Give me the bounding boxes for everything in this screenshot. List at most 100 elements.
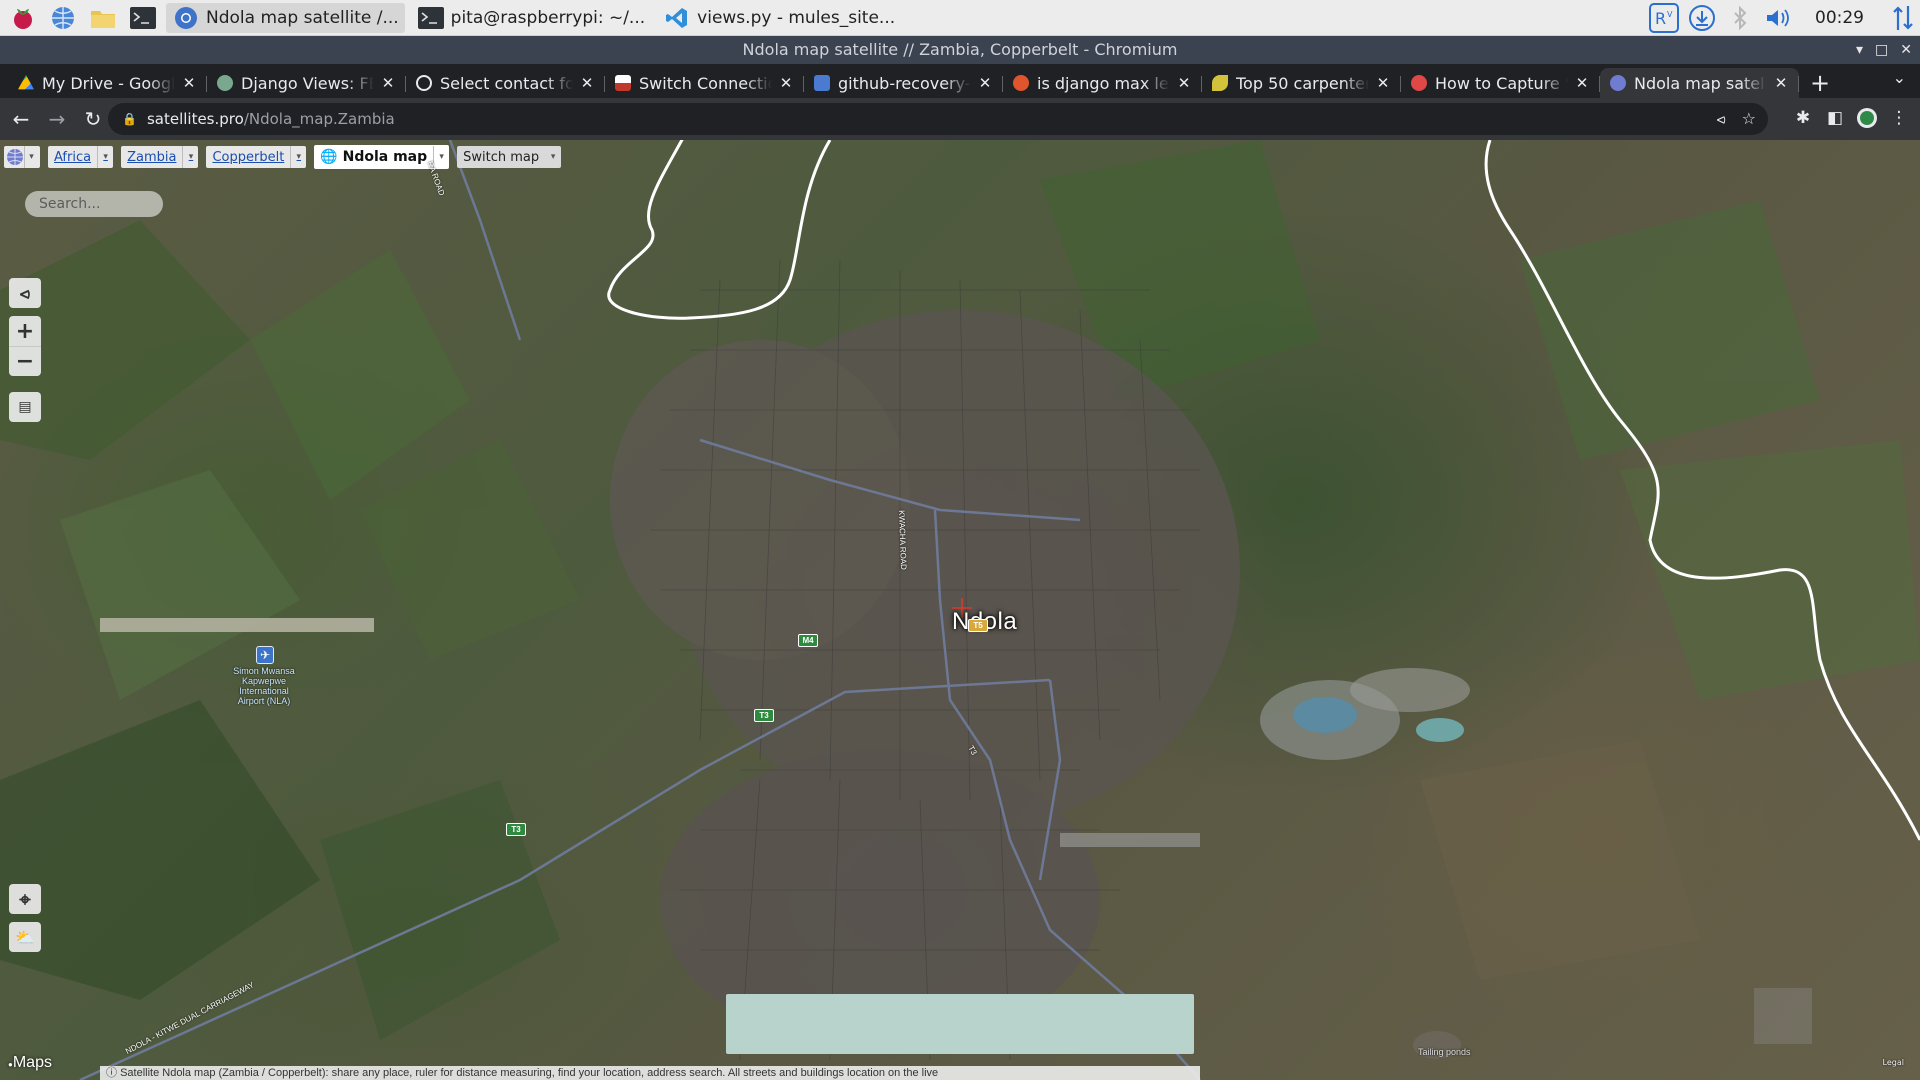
side-panel-icon[interactable]: ◧ xyxy=(1824,104,1846,132)
tab-capture-screenshots[interactable]: How to Capture Screenshots ✕ xyxy=(1401,68,1600,98)
web-browser-icon[interactable] xyxy=(46,3,80,33)
new-tab-button[interactable]: + xyxy=(1805,68,1835,98)
clock[interactable]: 00:29 xyxy=(1815,8,1864,28)
close-tab-icon[interactable]: ✕ xyxy=(579,74,595,92)
switch-map-button[interactable]: Switch map ▾ xyxy=(457,146,562,168)
weather-layer-button[interactable]: ⛅ xyxy=(9,922,41,952)
close-tab-icon[interactable]: ✕ xyxy=(778,74,794,92)
url-host: satellites.pro xyxy=(146,110,244,128)
toolbar-right: ✱ ◧ ⋮ xyxy=(1792,104,1910,132)
my-location-button[interactable]: ⌖ xyxy=(9,884,41,914)
chevron-down-icon[interactable]: ▾ xyxy=(97,146,113,168)
map-search-input[interactable] xyxy=(25,191,163,217)
terminal-launcher-icon[interactable] xyxy=(126,3,160,33)
close-tab-icon[interactable]: ✕ xyxy=(1176,74,1192,92)
breadcrumb-label[interactable]: Africa xyxy=(48,150,97,165)
close-tab-icon[interactable]: ✕ xyxy=(380,74,396,92)
extensions-icon[interactable]: ✱ xyxy=(1792,104,1814,132)
tab-label: My Drive - Google Drive xyxy=(42,73,175,93)
crosshair-icon[interactable]: ⌖ xyxy=(9,884,41,914)
tab-search-icon[interactable]: ⌄ xyxy=(1893,68,1906,87)
url-path: /Ndola_map.Zambia xyxy=(243,110,395,128)
maximize-icon[interactable]: □ xyxy=(1875,36,1888,64)
chevron-down-icon[interactable]: ▾ xyxy=(290,146,306,168)
road-shield-t3: T3 xyxy=(754,709,774,722)
satellite-map[interactable]: ▾ Africa ▾ Zambia ▾ Copperbelt ▾ 🌐 Ndola… xyxy=(0,140,1920,1080)
tab-django-max-length[interactable]: is django max length ✕ xyxy=(1003,68,1202,98)
zoom-out-button[interactable]: − xyxy=(9,346,41,376)
vnc-icon[interactable]: RV xyxy=(1647,2,1681,34)
breadcrumb-label[interactable]: Zambia xyxy=(121,150,182,165)
tab-github-recovery[interactable]: github-recovery-codes ✕ xyxy=(804,68,1003,98)
close-tab-icon[interactable]: ✕ xyxy=(1375,74,1391,92)
kebab-menu-icon[interactable]: ⋮ xyxy=(1888,104,1910,132)
ruler-button[interactable]: ▤ xyxy=(9,392,41,422)
tab-django-views[interactable]: Django Views: FBV vs CBV ✕ xyxy=(207,68,406,98)
address-bar[interactable]: 🔒 satellites.pro/Ndola_map.Zambia ⪦ ☆ xyxy=(108,103,1768,135)
network-transfer-icon[interactable] xyxy=(1886,2,1920,34)
task-chromium[interactable]: Ndola map satellite /... xyxy=(166,2,405,33)
volume-icon[interactable] xyxy=(1761,2,1795,34)
tab-label: Switch Connections xyxy=(639,73,772,93)
chevron-down-icon[interactable]: ▾ xyxy=(545,146,561,168)
bookmark-star-icon[interactable]: ☆ xyxy=(1742,109,1756,129)
page-icon xyxy=(217,75,233,91)
close-tab-icon[interactable]: ✕ xyxy=(977,74,993,92)
tab-switch-connections[interactable]: Switch Connections ✕ xyxy=(605,68,804,98)
road-shield-m4: M4 xyxy=(798,634,818,647)
back-icon[interactable]: ← xyxy=(6,104,36,134)
share-icon[interactable]: ⪦ xyxy=(1717,109,1726,129)
task-label: views.py - mules_site... xyxy=(697,7,896,28)
airport-label: Simon Mwansa Kapwepwe International Airp… xyxy=(233,666,295,706)
window-titlebar: Ndola map satellite // Zambia, Copperbel… xyxy=(0,36,1920,64)
breadcrumb-copperbelt[interactable]: Copperbelt ▾ xyxy=(206,146,307,168)
road-shield-t5: T5 xyxy=(968,619,988,632)
svg-text:R: R xyxy=(1655,9,1666,28)
share-icon[interactable]: ⪦ xyxy=(9,278,41,308)
map-description-text: Satellite Ndola map (Zambia / Copperbelt… xyxy=(120,1067,939,1079)
tab-label: Select contact form xyxy=(440,73,573,93)
ruler-icon[interactable]: ▤ xyxy=(9,392,41,422)
current-map-label: 🌐 Ndola map xyxy=(314,149,433,165)
share-button[interactable]: ⪦ xyxy=(9,278,41,308)
tab-my-drive[interactable]: My Drive - Google Drive ✕ xyxy=(8,68,207,98)
task-label: Ndola map satellite /... xyxy=(206,7,399,28)
breadcrumb-zambia[interactable]: Zambia ▾ xyxy=(121,146,199,168)
breadcrumb-label[interactable]: Copperbelt xyxy=(206,150,290,165)
tailing-ponds-label: Tailing ponds xyxy=(1418,1047,1471,1057)
close-tab-icon[interactable]: ✕ xyxy=(181,74,197,92)
raspberry-menu-icon[interactable] xyxy=(6,3,40,33)
airport-icon[interactable]: ✈ xyxy=(256,646,274,664)
info-icon: ⓘ xyxy=(106,1067,121,1079)
page-icon xyxy=(1013,75,1029,91)
legal-link[interactable]: Legal xyxy=(1883,1058,1904,1067)
breadcrumb-africa[interactable]: Africa ▾ xyxy=(48,146,114,168)
chevron-down-icon[interactable]: ▾ xyxy=(24,146,38,168)
chevron-down-icon[interactable]: ▾ xyxy=(182,146,198,168)
bluetooth-icon[interactable] xyxy=(1723,2,1757,34)
page-icon xyxy=(615,75,631,91)
lock-icon[interactable]: 🔒 xyxy=(122,112,137,126)
browser-tabstrip: My Drive - Google Drive ✕ Django Views: … xyxy=(0,64,1920,98)
reload-icon[interactable]: ↻ xyxy=(78,104,108,134)
zoom-in-button[interactable]: + xyxy=(9,316,41,346)
tab-ndola-map[interactable]: Ndola map satellite ✕ xyxy=(1600,68,1799,98)
forward-icon[interactable]: → xyxy=(42,104,72,134)
tab-carpenter-words[interactable]: Top 50 carpenter words ✕ xyxy=(1202,68,1401,98)
tab-select-contact[interactable]: Select contact form ✕ xyxy=(406,68,605,98)
task-vscode[interactable]: views.py - mules_site... xyxy=(657,3,901,33)
file-manager-icon[interactable] xyxy=(86,3,120,33)
window-controls: ▾ □ ✕ xyxy=(1856,36,1912,64)
close-window-icon[interactable]: ✕ xyxy=(1900,36,1912,64)
task-terminal[interactable]: pita@raspberrypi: ~/... xyxy=(411,3,651,33)
close-tab-icon[interactable]: ✕ xyxy=(1773,74,1789,92)
download-icon[interactable] xyxy=(1685,2,1719,34)
globe-icon xyxy=(7,149,23,165)
ad-placeholder[interactable] xyxy=(726,994,1194,1054)
weather-icon[interactable]: ⛅ xyxy=(9,922,41,952)
minimize-icon[interactable]: ▾ xyxy=(1856,36,1863,64)
world-map-button[interactable]: ▾ xyxy=(4,146,40,168)
profile-avatar[interactable] xyxy=(1856,104,1878,132)
close-tab-icon[interactable]: ✕ xyxy=(1574,74,1590,92)
tab-label: How to Capture Screenshots xyxy=(1435,73,1568,93)
